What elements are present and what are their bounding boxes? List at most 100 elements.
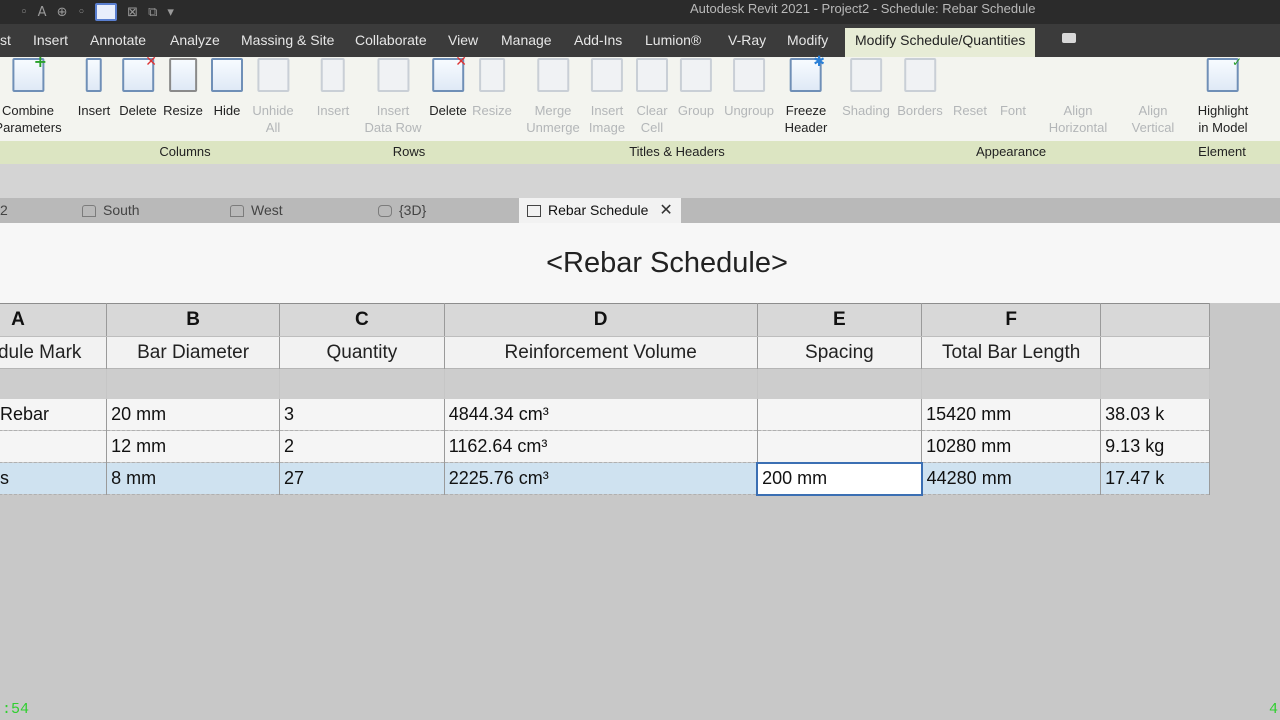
table-cell[interactable]: 2225.76 cm³ <box>444 462 758 495</box>
table-cell[interactable]: 2 <box>279 430 445 463</box>
close-icon[interactable]: ✕ <box>659 198 672 223</box>
insert-image-button[interactable]: Insert Image <box>589 58 625 136</box>
table-cell[interactable]: 8 mm <box>106 462 281 495</box>
column-letter[interactable]: E <box>757 303 923 337</box>
shading-button[interactable]: Shading <box>842 58 890 119</box>
tab-lumion[interactable]: Lumion® <box>645 24 701 57</box>
column-header[interactable] <box>1100 336 1210 369</box>
insert-row-icon <box>320 58 345 92</box>
align-horizontal-icon <box>1062 58 1094 92</box>
tab-annotate[interactable]: Annotate <box>90 24 146 57</box>
table-cell[interactable]: 4844.34 cm³ <box>444 398 758 431</box>
view-tab-3d[interactable]: {3D} <box>378 198 426 223</box>
unhide-all-button[interactable]: Unhide All <box>252 58 294 136</box>
sync-icon[interactable]: ◦ <box>77 5 85 20</box>
schedule-view-icon[interactable] <box>95 3 118 21</box>
table-cell[interactable]: 9.13 kg <box>1100 430 1210 463</box>
freeze-header-button[interactable]: ✱ Freeze Header <box>785 55 828 136</box>
merge-unmerge-icon <box>537 58 569 92</box>
table-row-selected[interactable]: s 8 mm 27 2225.76 cm³ 200 mm 44280 mm 17… <box>0 461 1210 496</box>
column-letter[interactable]: B <box>106 303 281 337</box>
column-header-row: Schedule Mark Bar Diameter Quantity Rein… <box>0 336 1210 369</box>
table-cell[interactable]: s <box>0 462 108 495</box>
merge-unmerge-button[interactable]: Merge Unmerge <box>526 58 580 136</box>
align-vertical-button[interactable]: Align Vertical <box>1132 58 1175 136</box>
column-header[interactable]: Total Bar Length <box>921 336 1102 369</box>
column-header[interactable]: Reinforcement Volume <box>444 336 758 369</box>
customize-qat-icon[interactable]: ▾ <box>167 5 174 20</box>
video-timestamp-right: 4 <box>1269 701 1279 718</box>
undo-icon[interactable]: A <box>38 5 47 20</box>
column-letter[interactable]: C <box>279 303 445 337</box>
table-cell[interactable]: 20 mm <box>106 398 281 431</box>
tab-modify[interactable]: Modify <box>787 24 828 57</box>
delete-row-button[interactable]: ✕ Delete <box>429 55 467 119</box>
table-row[interactable]: Rebar 20 mm 3 4844.34 cm³ 15420 mm 38.03… <box>0 398 1210 431</box>
resize-row-button[interactable]: Resize <box>472 58 512 119</box>
column-letter[interactable]: A <box>0 303 108 337</box>
tab-vray[interactable]: V-Ray <box>728 24 766 57</box>
highlight-in-model-button[interactable]: ✓ Highlight in Model <box>1198 55 1249 136</box>
column-header[interactable]: Schedule Mark <box>0 336 108 369</box>
delete-column-button[interactable]: ✕ Delete <box>119 55 157 119</box>
table-row[interactable]: 12 mm 2 1162.64 cm³ 10280 mm 9.13 kg <box>0 430 1210 463</box>
view-tab-partial[interactable]: 2 <box>0 198 8 223</box>
table-cell[interactable]: 15420 mm <box>921 398 1102 431</box>
close-hidden-icon[interactable]: ⊠ <box>127 5 138 20</box>
view-tab-rebar-schedule[interactable]: Rebar Schedule ✕ <box>519 198 681 223</box>
tab-collaborate[interactable]: Collaborate <box>355 24 427 57</box>
table-cell[interactable] <box>0 430 108 463</box>
column-letter[interactable] <box>1100 303 1210 337</box>
reset-button[interactable]: Reset <box>953 58 987 119</box>
resize-column-button[interactable]: Resize <box>163 58 203 119</box>
view-tab-west[interactable]: West <box>230 198 283 223</box>
group-button[interactable]: Group <box>678 58 714 119</box>
align-horizontal-button[interactable]: Align Horizontal <box>1049 58 1108 136</box>
resize-row-icon <box>479 58 505 92</box>
active-cell-editor[interactable]: 200 mm <box>756 461 923 496</box>
insert-data-row-button[interactable]: Insert Data Row <box>364 58 422 136</box>
tab-analyze[interactable]: Analyze <box>170 24 220 57</box>
table-cell[interactable]: 3 <box>279 398 445 431</box>
open-icon[interactable]: ◦ <box>20 5 28 20</box>
column-letter[interactable]: D <box>444 303 758 337</box>
table-cell[interactable]: 1162.64 cm³ <box>444 430 758 463</box>
borders-button[interactable]: Borders <box>897 58 943 119</box>
table-cell[interactable]: 38.03 k <box>1100 398 1210 431</box>
table-cell[interactable]: 17.47 k <box>1100 462 1210 495</box>
print-icon[interactable]: ⊕ <box>57 5 68 20</box>
schedule-title[interactable]: <Rebar Schedule> <box>0 247 1280 280</box>
font-button[interactable]: Font <box>997 58 1029 119</box>
ungroup-button[interactable]: Ungroup <box>724 58 774 119</box>
column-header[interactable]: Quantity <box>279 336 445 369</box>
tab-structure[interactable]: st <box>0 24 11 57</box>
combine-parameters-button[interactable]: + Combine Parameters <box>0 54 62 136</box>
table-cell[interactable]: 27 <box>279 462 445 495</box>
column-letter[interactable]: F <box>921 303 1102 337</box>
insert-column-button[interactable]: Insert <box>78 58 110 119</box>
unhide-all-icon <box>256 58 289 92</box>
insert-row-button[interactable]: Insert <box>317 58 349 119</box>
ribbon-options-icon[interactable] <box>1062 33 1076 43</box>
tab-modify-schedule-quantities[interactable]: Modify Schedule/Quantities <box>845 28 1036 57</box>
switch-windows-icon[interactable]: ⧉ <box>148 5 157 20</box>
view-tab-south[interactable]: South <box>82 198 140 223</box>
table-cell[interactable]: 10280 mm <box>921 430 1102 463</box>
column-header[interactable]: Bar Diameter <box>106 336 281 369</box>
clear-cell-button[interactable]: Clear Cell <box>636 58 668 136</box>
insert-data-row-icon <box>376 58 409 92</box>
group-appearance-label: Appearance <box>975 144 1047 159</box>
table-cell[interactable]: 44280 mm <box>921 462 1102 495</box>
column-header[interactable]: Spacing <box>757 336 923 369</box>
table-cell[interactable] <box>757 398 923 431</box>
ribbon-tabs: st Insert Annotate Analyze Massing & Sit… <box>0 24 1280 57</box>
font-icon <box>997 58 1029 92</box>
tab-massing-site[interactable]: Massing & Site <box>241 24 334 57</box>
tab-add-ins[interactable]: Add-Ins <box>574 24 622 57</box>
table-cell[interactable]: Rebar <box>0 398 108 431</box>
tab-view[interactable]: View <box>448 24 478 57</box>
table-cell[interactable] <box>757 430 923 463</box>
table-cell[interactable]: 12 mm <box>106 430 281 463</box>
hide-column-button[interactable]: Hide <box>211 58 243 119</box>
tab-manage[interactable]: Manage <box>501 24 552 57</box>
